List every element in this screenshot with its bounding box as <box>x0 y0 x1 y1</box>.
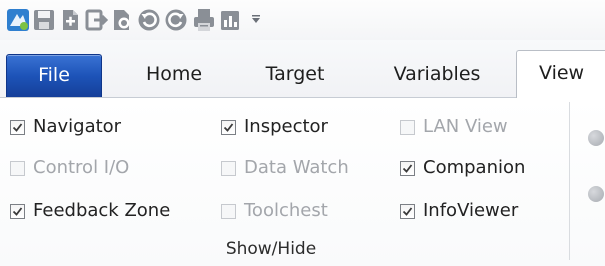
data-watch-checkbox <box>221 160 236 176</box>
companion-label: Companion <box>423 157 526 178</box>
control-io-checkbox <box>10 160 25 176</box>
view-ribbon-panel: Navigator Control I/O Feedback Zone Insp… <box>0 98 605 266</box>
checkmark-icon <box>402 163 413 173</box>
tab-view[interactable]: View <box>516 50 605 99</box>
undo-icon[interactable] <box>137 8 161 32</box>
add-file-icon[interactable] <box>58 8 82 32</box>
customize-dropdown-icon[interactable] <box>251 14 261 24</box>
control-io-checkbox-row: Control I/O <box>10 155 129 181</box>
chart-icon[interactable] <box>219 8 243 32</box>
data-watch-checkbox-row: Data Watch <box>221 155 349 181</box>
print-icon[interactable] <box>192 8 216 32</box>
navigator-checkbox-row[interactable]: Navigator <box>10 114 121 140</box>
checkmark-icon <box>223 122 234 132</box>
save-icon[interactable] <box>32 8 56 32</box>
toolchest-label: Toolchest <box>244 200 328 221</box>
lan-view-label: LAN View <box>423 116 508 137</box>
zoom-in-icon[interactable] <box>588 130 604 146</box>
zoom-out-icon[interactable] <box>588 186 604 202</box>
inspector-checkbox-row[interactable]: Inspector <box>221 114 328 140</box>
tab-file[interactable]: File <box>6 54 102 97</box>
toolchest-checkbox <box>221 203 236 219</box>
app-logo-icon[interactable] <box>6 8 30 32</box>
inspector-label: Inspector <box>244 116 328 137</box>
inspector-checkbox[interactable] <box>221 119 236 135</box>
feedback-zone-checkbox[interactable] <box>10 203 25 219</box>
lan-view-checkbox-row: LAN View <box>400 114 508 140</box>
feedback-zone-label: Feedback Zone <box>33 200 171 221</box>
tab-variables[interactable]: Variables <box>372 52 502 98</box>
lan-view-checkbox <box>400 119 415 135</box>
redo-icon[interactable] <box>164 8 188 32</box>
navigator-checkbox[interactable] <box>10 119 25 135</box>
checkmark-icon <box>12 122 23 132</box>
application-ribbon: File Home Target Variables View Navigato… <box>0 0 605 266</box>
quick-access-toolbar <box>0 0 605 40</box>
group-divider <box>569 102 570 260</box>
companion-checkbox-row[interactable]: Companion <box>400 155 525 181</box>
infoviewer-label: InfoViewer <box>423 200 519 221</box>
navigator-label: Navigator <box>33 116 122 137</box>
data-watch-label: Data Watch <box>244 157 349 178</box>
tab-target[interactable]: Target <box>246 52 344 98</box>
export-icon[interactable] <box>84 8 108 32</box>
infoviewer-checkbox[interactable] <box>400 203 415 219</box>
ribbon-tab-bar: File Home Target Variables View <box>0 40 605 99</box>
infoviewer-checkbox-row[interactable]: InfoViewer <box>400 198 518 224</box>
toolchest-checkbox-row: Toolchest <box>221 198 328 224</box>
companion-checkbox[interactable] <box>400 160 415 176</box>
control-io-label: Control I/O <box>33 157 130 178</box>
tab-home[interactable]: Home <box>128 52 220 98</box>
show-hide-group-label: Show/Hide <box>225 239 317 259</box>
checkmark-icon <box>12 206 23 216</box>
checkmark-icon <box>402 206 413 216</box>
settings-file-icon[interactable] <box>110 8 134 32</box>
feedback-zone-checkbox-row[interactable]: Feedback Zone <box>10 198 170 224</box>
